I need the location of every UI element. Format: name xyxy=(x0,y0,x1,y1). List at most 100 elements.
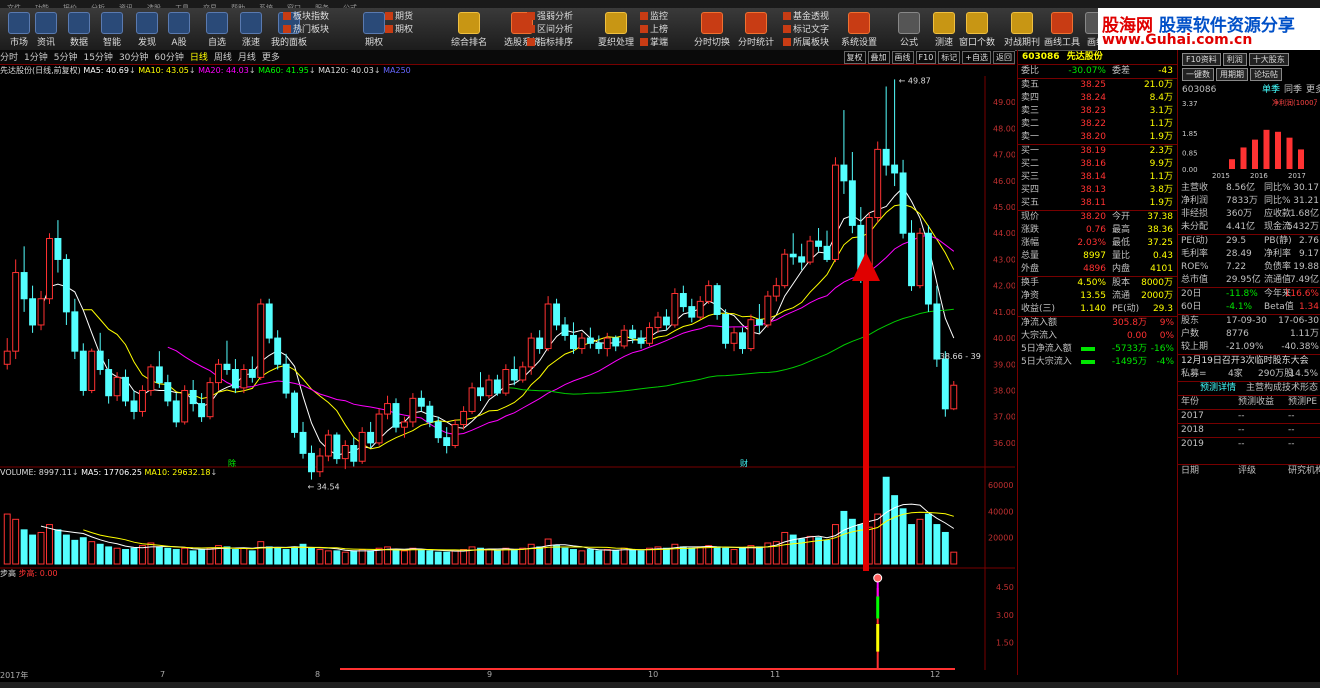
f10-button[interactable]: 用期期 xyxy=(1216,68,1248,81)
toolbar-button[interactable]: 画线工具 xyxy=(1043,10,1081,48)
toolbar-button[interactable]: 系统设置 xyxy=(840,10,878,48)
period-tab[interactable]: 分时 xyxy=(0,53,18,63)
stat-label: 流通 xyxy=(1112,291,1131,301)
order-book-label: 卖五 xyxy=(1021,80,1040,90)
stat-label: 总量 xyxy=(1021,251,1040,261)
stat-value: 4896 xyxy=(1083,264,1106,274)
candle xyxy=(815,228,823,252)
chart-tool-button[interactable]: 叠加 xyxy=(867,51,890,64)
forecast-cell: 预测收益 xyxy=(1238,397,1275,407)
order-book-price: 38.13 xyxy=(1080,185,1106,195)
period-tab[interactable]: 5分钟 xyxy=(54,53,78,63)
menubar: 文件功能报价分析资讯选股工具交易帮助系统窗口服务公式 xyxy=(0,0,1320,12)
f10-row: PE(动) 29.5 PB(静) 2.76 xyxy=(1178,234,1320,248)
forecast-cell: 日期 xyxy=(1181,466,1200,476)
period-tab[interactable]: 30分钟 xyxy=(119,53,148,63)
f10-row-label: 60日 xyxy=(1181,302,1202,312)
toolbar-button[interactable]: A股 xyxy=(160,10,198,48)
f10-row-value: 29.95亿 xyxy=(1226,275,1261,285)
f10-row-value: -40.38% xyxy=(1281,342,1319,352)
period-tab[interactable]: 15分钟 xyxy=(83,53,112,63)
f10-row-value: 29.5 xyxy=(1226,236,1247,246)
toolbar-small-item[interactable]: 基金透视 xyxy=(783,11,829,24)
toolbar-small-item[interactable]: 强弱分析 xyxy=(527,11,573,24)
f10-tab-more[interactable]: 更多 xyxy=(1306,84,1320,97)
f10-button[interactable]: F10资料 xyxy=(1182,53,1221,66)
f10-button[interactable]: 论坛帖 xyxy=(1250,68,1282,81)
toolbar-button[interactable]: 分时切换 xyxy=(693,10,731,48)
candle xyxy=(54,220,62,273)
candle xyxy=(189,380,197,412)
toolbar-small-item[interactable]: 期货 xyxy=(385,11,413,24)
volume-bar xyxy=(544,538,552,565)
toolbar-button[interactable]: 对战期刊 xyxy=(1003,10,1041,48)
period-tab[interactable]: 1分钟 xyxy=(24,53,48,63)
toolbar-button[interactable]: 智能 xyxy=(93,10,131,48)
candle xyxy=(578,332,586,354)
ma120-legend: MA120: 40.03 xyxy=(318,66,374,75)
toolbar-button[interactable]: 夏织处理 xyxy=(597,10,635,48)
tab-forecast[interactable]: 预测详情 xyxy=(1200,382,1236,395)
forecast-cell: 2017 xyxy=(1181,411,1204,421)
volume-bar xyxy=(392,549,400,565)
toolbar-small-item[interactable]: 热门板块 xyxy=(283,24,329,37)
f10-tab-single-quarter[interactable]: 单季 xyxy=(1262,84,1280,97)
price-tick: 44.00 xyxy=(993,229,1015,238)
toolbar-button[interactable]: 自选 xyxy=(198,10,236,48)
f10-button[interactable]: 一键数 xyxy=(1182,68,1214,81)
candle xyxy=(620,324,628,349)
toolbar-button[interactable]: 分时统计 xyxy=(737,10,775,48)
price-tick: 41.00 xyxy=(993,308,1015,317)
f10-button[interactable]: 利润 xyxy=(1222,53,1247,66)
period-tab[interactable]: 日线 xyxy=(190,53,208,63)
stat-label: 今开 xyxy=(1112,212,1131,222)
notice-row[interactable]: 12月19日召开3次临时股东大会 xyxy=(1178,354,1320,368)
chart-tool-button[interactable]: +自选 xyxy=(962,51,991,64)
chart-tool-button[interactable]: F10 xyxy=(915,51,937,64)
volume-bar xyxy=(400,550,408,565)
toolbar-button[interactable]: 公式 xyxy=(890,10,928,48)
period-tab[interactable]: 周线 xyxy=(214,53,232,63)
toolbar-button[interactable]: 综合排名 xyxy=(450,10,488,48)
price-tick: 46.00 xyxy=(993,177,1015,186)
toolbar-small-item[interactable]: 区间分析 xyxy=(527,24,573,37)
flow-pct: -16% xyxy=(1150,344,1174,354)
volume-bar xyxy=(713,546,721,565)
volume-bar xyxy=(367,550,375,565)
flow-row: 大宗流入 0.00 0% xyxy=(1018,330,1177,343)
tab-main-business[interactable]: 主营构成 xyxy=(1246,382,1282,395)
order-book-volume: 3.1万 xyxy=(1149,106,1173,116)
chart-tool-button[interactable]: 复权 xyxy=(843,51,866,64)
stat-label: 股本 xyxy=(1112,278,1131,288)
toolbar-small-item[interactable]: 指标排序 xyxy=(527,37,573,50)
toolbar-small-item[interactable]: 掌端 xyxy=(640,37,668,50)
toolbar-button[interactable]: 窗口个数 xyxy=(958,10,996,48)
kline-chart[interactable]: 49.00 48.00 47.00 46.00 45.00 44.00 43.00 42.00… xyxy=(0,76,1015,670)
f10-tab-same-quarter[interactable]: 同季 xyxy=(1284,84,1302,97)
toolbar-small-item[interactable]: 所属板块 xyxy=(783,37,829,50)
f10-button[interactable]: 十大股东 xyxy=(1248,53,1289,66)
ma10-legend: MA10: 43.05 xyxy=(138,66,189,75)
toolbar-small-item[interactable]: 期权 xyxy=(385,24,413,37)
flow-row: 5日净流入额 -5733万 -16% xyxy=(1018,343,1177,356)
chart-tool-button[interactable]: 标记 xyxy=(938,51,961,64)
toolbar-small-item[interactable]: 监控 xyxy=(640,11,668,24)
volume-bar xyxy=(172,549,180,565)
candle xyxy=(451,419,459,449)
chart-tool-button[interactable]: 返回 xyxy=(993,51,1015,64)
period-tab[interactable]: 月线 xyxy=(238,53,256,63)
f10-row-label: ROE% xyxy=(1181,262,1209,272)
volume-bar xyxy=(468,546,476,565)
period-tab[interactable]: 更多 xyxy=(262,53,280,63)
candle xyxy=(71,298,79,360)
toolbar-small-item[interactable]: 板块指数 xyxy=(283,11,329,24)
period-tab[interactable]: 60分钟 xyxy=(154,53,183,63)
ma20-legend: MA20: 44.03 xyxy=(198,66,249,75)
tab-technical[interactable]: 技术形态 xyxy=(1282,382,1318,395)
chart-tool-button[interactable]: 画线 xyxy=(891,51,914,64)
toolbar-small-item[interactable]: 标记文字 xyxy=(783,24,829,37)
toolbar-button-label: 分时切换 xyxy=(693,38,730,48)
time-tick: 2017年 xyxy=(0,671,29,680)
toolbar-small-item[interactable]: 上榜 xyxy=(640,24,668,37)
f10-row-value: 8.56亿 xyxy=(1226,183,1256,193)
